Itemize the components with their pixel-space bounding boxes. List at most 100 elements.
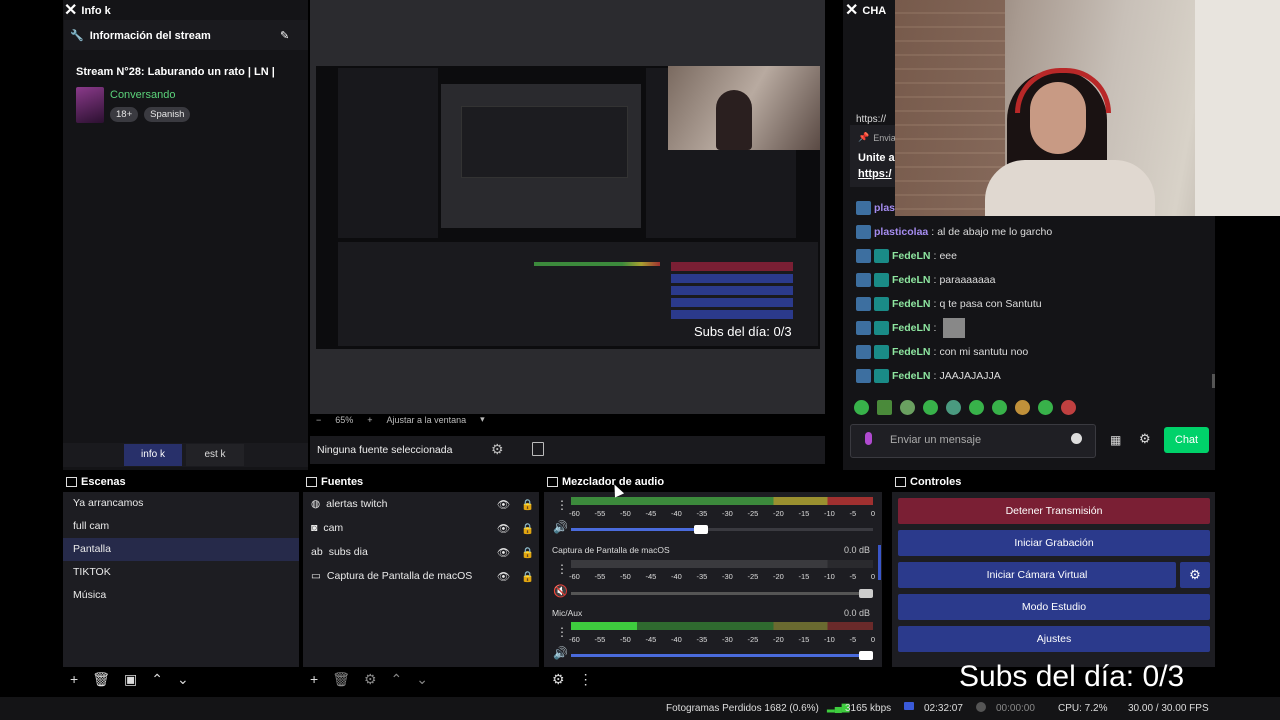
mixer-menu-icon[interactable]: ⋮ bbox=[579, 671, 593, 688]
store-icon[interactable]: ▦ bbox=[1110, 433, 1121, 447]
tick-label: -60 bbox=[569, 572, 580, 581]
source-item[interactable]: ab subs dia 👁 🔒 bbox=[303, 540, 539, 564]
gear-icon[interactable]: ⚙ bbox=[364, 671, 377, 688]
channel-menu-icon[interactable]: ⋮ bbox=[556, 562, 568, 576]
chat-username[interactable]: plasticolaa bbox=[874, 226, 928, 238]
filter-icon[interactable]: ▣ bbox=[124, 671, 137, 688]
chevron-up-icon[interactable]: ⌃ bbox=[151, 671, 163, 688]
add-icon[interactable]: + bbox=[310, 671, 318, 688]
emoji-icon[interactable] bbox=[1071, 433, 1082, 444]
chat-username[interactable]: FedeLN bbox=[892, 298, 931, 310]
chat-username[interactable]: FedeLN bbox=[892, 274, 931, 286]
trash-icon[interactable]: 🗑 bbox=[92, 671, 110, 688]
lock-icon[interactable]: 🔒 bbox=[521, 522, 539, 535]
tag-badge[interactable]: Spanish bbox=[144, 107, 191, 122]
scene-item[interactable]: TIKTOK bbox=[63, 561, 299, 584]
speaker-icon[interactable]: 🔊 bbox=[553, 646, 568, 660]
scene-item[interactable]: full cam bbox=[63, 515, 299, 538]
tag-badge[interactable]: 18+ bbox=[110, 107, 139, 122]
tab-est-k[interactable]: est k bbox=[186, 444, 244, 466]
zoom-out-button[interactable]: − bbox=[316, 415, 321, 425]
emote-icon[interactable] bbox=[923, 400, 938, 415]
close-icon[interactable]: ✕ bbox=[845, 3, 858, 19]
stop-streaming-button[interactable]: Detener Transmisión bbox=[898, 498, 1210, 524]
tab-info-k[interactable]: info k bbox=[124, 444, 182, 466]
mixer-titlebar: Mezclador de audio bbox=[547, 476, 664, 488]
volume-slider[interactable] bbox=[571, 525, 873, 534]
emote-icon[interactable] bbox=[969, 400, 984, 415]
volume-slider[interactable] bbox=[571, 589, 873, 598]
eye-icon[interactable]: 👁 bbox=[497, 570, 515, 583]
lock-icon[interactable]: 🔒 bbox=[521, 570, 539, 583]
chat-username[interactable]: FedeLN bbox=[892, 370, 931, 382]
start-recording-button[interactable]: Iniciar Grabación bbox=[898, 530, 1210, 556]
eye-icon[interactable]: 👁 bbox=[497, 498, 515, 511]
speaker-icon[interactable]: 🔊 bbox=[553, 520, 568, 534]
chat-username[interactable]: FedeLN bbox=[892, 346, 931, 358]
volume-slider-handle[interactable] bbox=[859, 589, 873, 598]
emote-icon[interactable] bbox=[1038, 400, 1053, 415]
scene-item-active[interactable]: Pantalla bbox=[63, 538, 299, 561]
add-icon[interactable]: + bbox=[70, 671, 78, 688]
emote-icon[interactable] bbox=[900, 400, 915, 415]
fps: 30.00 / 30.00 FPS bbox=[1128, 703, 1209, 714]
tick-label: -60 bbox=[569, 509, 580, 518]
fit-window-label[interactable]: Ajustar a la ventana bbox=[387, 415, 467, 425]
audio-meter bbox=[571, 560, 873, 568]
emote-icon[interactable] bbox=[1061, 400, 1076, 415]
scene-item[interactable]: Ya arrancamos bbox=[63, 492, 299, 515]
chevron-down-icon[interactable]: ▾ bbox=[480, 414, 485, 425]
chat-send-button[interactable]: Chat bbox=[1164, 427, 1209, 453]
mixer-scrollbar[interactable] bbox=[878, 545, 881, 580]
meter-ticks: -60 -55 -50 -45 -40 -35 -30 -25 -20 -15 -10 -5 0 bbox=[569, 572, 875, 581]
webcam-person-body bbox=[985, 160, 1155, 216]
channel-db: 0.0 dB bbox=[844, 545, 871, 555]
chevron-up-icon[interactable]: ⌃ bbox=[391, 671, 403, 688]
preview-canvas[interactable]: Subs del día: 0/3 bbox=[316, 66, 820, 349]
studio-mode-button[interactable]: Modo Estudio bbox=[898, 594, 1210, 620]
muted-speaker-icon[interactable]: 🔇 bbox=[553, 584, 568, 598]
chat-username[interactable]: FedeLN bbox=[892, 322, 931, 334]
zoom-in-button[interactable]: + bbox=[367, 415, 372, 425]
source-item[interactable]: ◍ alertas twitch 👁 🔒 bbox=[303, 492, 539, 516]
scene-item[interactable]: Música bbox=[63, 584, 299, 607]
properties-gear-icon[interactable]: ⚙ bbox=[491, 441, 504, 458]
close-icon[interactable]: ✕ bbox=[64, 3, 77, 19]
chat-username[interactable]: FedeLN bbox=[892, 250, 931, 262]
meter-ticks: -60 -55 -50 -45 -40 -35 -30 -25 -20 -15 -10 -5 0 bbox=[569, 509, 875, 518]
pinned-link[interactable]: https:/ bbox=[858, 168, 892, 180]
chat-scrollbar[interactable] bbox=[1212, 374, 1215, 388]
chat-settings-gear-icon[interactable]: ⚙ bbox=[1139, 431, 1151, 447]
emote-icon[interactable] bbox=[1015, 400, 1030, 415]
emote-icon[interactable] bbox=[877, 400, 892, 415]
source-item[interactable]: ◙ cam 👁 🔒 bbox=[303, 516, 539, 540]
volume-slider-handle[interactable] bbox=[693, 525, 708, 534]
channel-menu-icon[interactable]: ⋮ bbox=[556, 498, 568, 512]
virtual-camera-gear-icon[interactable]: ⚙ bbox=[1180, 562, 1210, 588]
eye-icon[interactable]: 👁 bbox=[497, 546, 515, 559]
category-link[interactable]: Conversando bbox=[110, 89, 175, 101]
emote-icon[interactable] bbox=[854, 400, 869, 415]
tick-label: -40 bbox=[671, 572, 682, 581]
volume-slider[interactable] bbox=[571, 651, 873, 660]
emote-icon[interactable] bbox=[992, 400, 1007, 415]
eye-icon[interactable]: 👁 bbox=[497, 522, 515, 535]
dropped-frames: Fotogramas Perdidos 1682 (0.6%) bbox=[666, 703, 819, 714]
chevron-down-icon[interactable]: ⌄ bbox=[177, 671, 189, 688]
channel-menu-icon[interactable]: ⋮ bbox=[556, 625, 568, 639]
emote-icon[interactable] bbox=[946, 400, 961, 415]
pencil-icon[interactable]: ✎ bbox=[280, 29, 289, 42]
chat-link-text[interactable]: https:// bbox=[856, 114, 886, 125]
source-item[interactable]: ▭ Captura de Pantalla de macOS 👁 🔒 bbox=[303, 564, 539, 588]
lock-icon[interactable]: 🔒 bbox=[521, 498, 539, 511]
lock-icon[interactable]: 🔒 bbox=[521, 546, 539, 559]
advanced-audio-gear-icon[interactable]: ⚙ bbox=[552, 671, 565, 688]
chat-username[interactable]: plas bbox=[874, 202, 895, 214]
trash-icon[interactable]: 🗑 bbox=[332, 671, 350, 688]
volume-slider-handle[interactable] bbox=[859, 651, 873, 660]
chat-message: FedeLN: JAAJAJAJJA bbox=[856, 368, 1001, 384]
filters-icon[interactable] bbox=[532, 442, 544, 456]
chevron-down-icon[interactable]: ⌄ bbox=[416, 671, 428, 688]
settings-button[interactable]: Ajustes bbox=[898, 626, 1210, 652]
start-virtual-camera-button[interactable]: Iniciar Cámara Virtual bbox=[898, 562, 1176, 588]
